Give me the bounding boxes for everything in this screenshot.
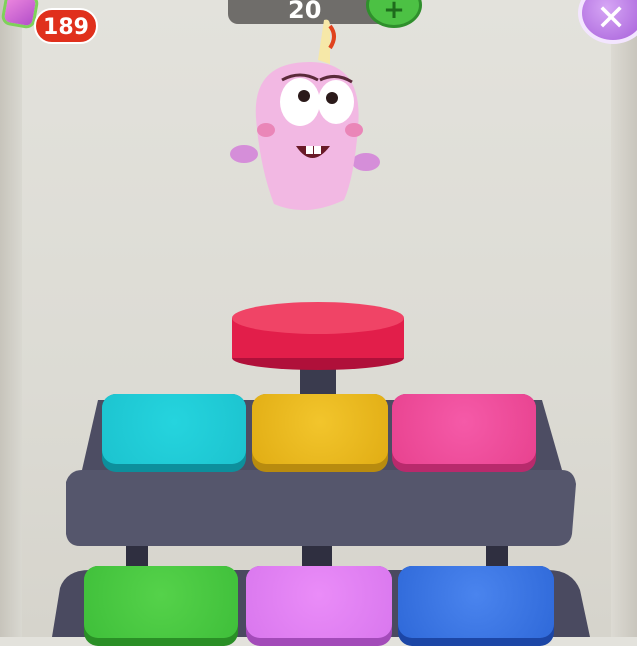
pad-yellow[interactable] <box>252 394 388 472</box>
pad-pink[interactable] <box>392 394 536 472</box>
pad-green-top <box>84 566 238 638</box>
pad-green[interactable] <box>84 566 238 646</box>
pad-violet[interactable] <box>246 566 392 646</box>
pad-cyan-top <box>102 394 246 464</box>
pad-blue[interactable] <box>398 566 554 646</box>
pad-blue-top <box>398 566 554 638</box>
pad-pink-top <box>392 394 536 464</box>
pad-violet-top <box>246 566 392 638</box>
pad-cyan[interactable] <box>102 394 246 472</box>
center-button-top <box>232 302 404 334</box>
color-pad-machine <box>52 302 590 637</box>
upper-console-front <box>66 470 576 546</box>
pad-yellow-top <box>252 394 388 464</box>
